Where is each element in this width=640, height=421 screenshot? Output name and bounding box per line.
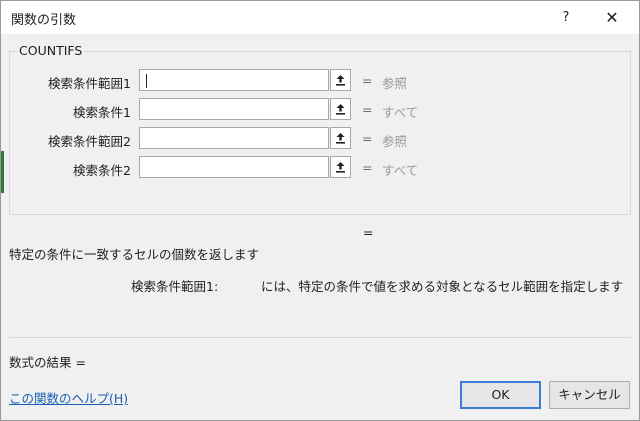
arg-label-range2: 検索条件範囲2: [48, 134, 131, 149]
close-button[interactable]: ✕: [599, 7, 625, 29]
collapse-button-criteria1[interactable]: [330, 98, 351, 120]
argument-help-name: 検索条件範囲1:: [131, 279, 219, 294]
cancel-button[interactable]: キャンセル: [549, 381, 630, 409]
arg-label-range1: 検索条件範囲1: [48, 76, 131, 91]
arg-input-criteria2[interactable]: [139, 156, 329, 178]
function-arguments-dialog: 関数の引数 ? ✕ COUNTIFS 検索条件範囲1 = 参照 検索条件1 = …: [0, 0, 640, 421]
arg-value-hint: 参照: [382, 134, 408, 149]
function-name: COUNTIFS: [17, 43, 85, 58]
arg-input-range1[interactable]: [139, 69, 329, 91]
equals-sign: =: [362, 102, 373, 117]
arg-value-hint: すべて: [382, 163, 419, 178]
dialog-title: 関数の引数: [11, 13, 77, 28]
title-bar[interactable]: 関数の引数 ? ✕: [1, 1, 639, 34]
argument-help-text: には、特定の条件で値を求める対象となるセル範囲を指定します: [261, 279, 624, 294]
arg-input-criteria1[interactable]: [139, 98, 329, 120]
background-edge: [1, 151, 4, 193]
ok-button[interactable]: OK: [460, 381, 541, 409]
arg-input-range2[interactable]: [139, 127, 329, 149]
collapse-dialog-arrow-icon: [336, 133, 345, 144]
equals-sign: =: [362, 160, 373, 175]
collapse-dialog-arrow-icon: [336, 75, 345, 86]
arg-value-hint: すべて: [382, 105, 419, 120]
arg-label-criteria1: 検索条件1: [73, 105, 131, 120]
function-help-link[interactable]: この関数のヘルプ(H): [9, 388, 128, 407]
formula-result: 数式の結果 =: [9, 355, 86, 370]
divider: [9, 337, 631, 338]
arg-value-hint: 参照: [382, 76, 408, 91]
function-description: 特定の条件に一致するセルの個数を返します: [9, 247, 260, 262]
help-button[interactable]: ?: [554, 7, 578, 29]
collapse-button-criteria2[interactable]: [330, 156, 351, 178]
equals-sign: =: [362, 131, 373, 146]
text-cursor: [146, 74, 147, 88]
collapse-dialog-arrow-icon: [336, 162, 345, 173]
function-result-equals: =: [363, 225, 374, 240]
collapse-button-range1[interactable]: [330, 69, 351, 91]
equals-sign: =: [362, 73, 373, 88]
collapse-button-range2[interactable]: [330, 127, 351, 149]
arg-label-criteria2: 検索条件2: [73, 163, 131, 178]
collapse-dialog-arrow-icon: [336, 104, 345, 115]
